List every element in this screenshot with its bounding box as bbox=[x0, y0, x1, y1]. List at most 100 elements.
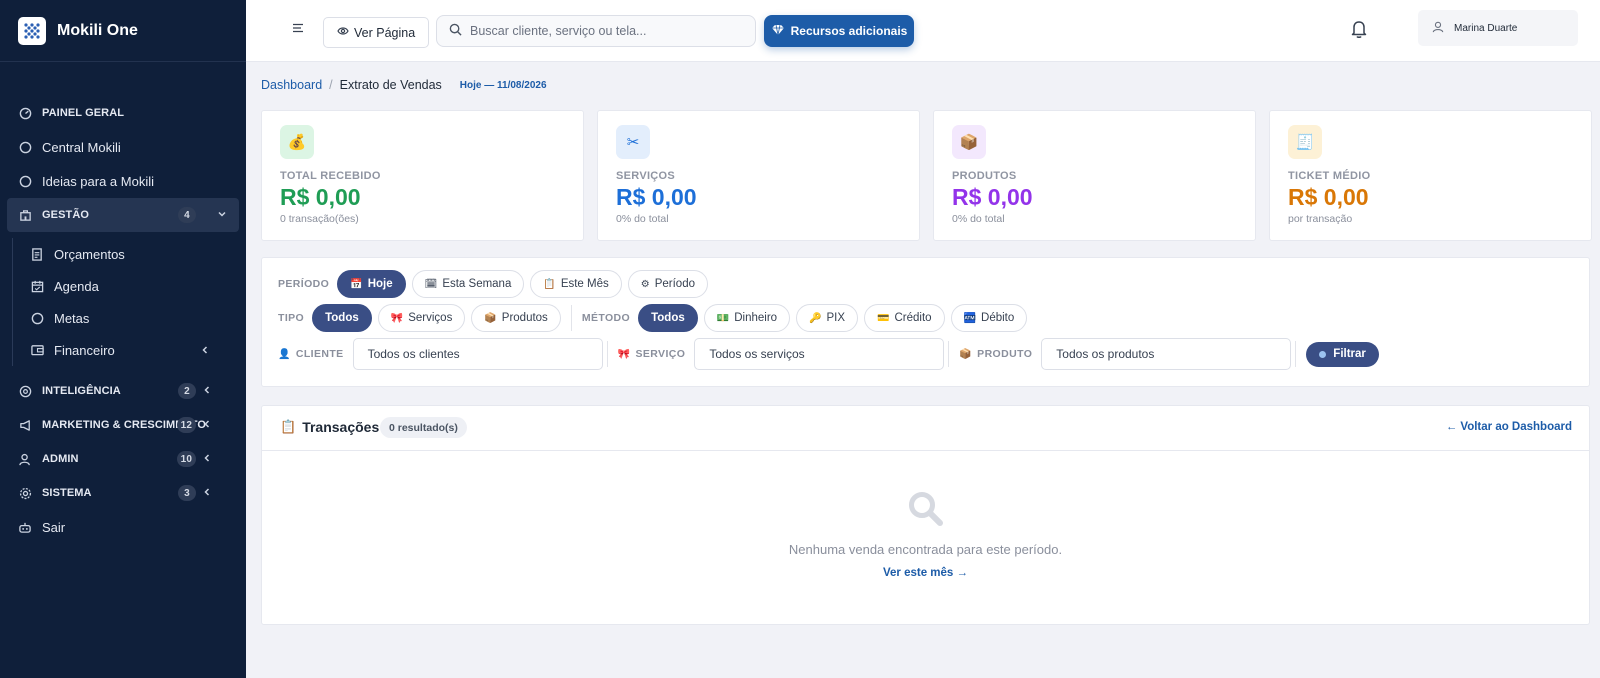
sidebar-item-label: Sair bbox=[42, 519, 66, 535]
sidebar-item-orcamentos[interactable]: Orçamentos bbox=[10, 238, 246, 270]
type-services-button[interactable]: 🎀 Serviços bbox=[377, 304, 466, 332]
diamond-icon bbox=[771, 24, 785, 39]
sidebar-item-painel-geral[interactable]: PAINEL GERAL bbox=[0, 96, 246, 130]
stat-label: PRODUTOS bbox=[952, 170, 1017, 182]
logout-icon bbox=[18, 520, 32, 534]
service-select[interactable]: Todos os serviços bbox=[694, 338, 945, 370]
sidebar-item-label: Orçamentos bbox=[54, 246, 125, 262]
search-icon bbox=[907, 490, 945, 528]
service-label: 🎀 SERVIÇO bbox=[617, 348, 686, 360]
view-page-button[interactable]: Ver Página bbox=[323, 17, 430, 48]
client-label: 👤 CLIENTE bbox=[278, 348, 344, 360]
empty-state-message: Nenhuma venda encontrada para este perío… bbox=[788, 542, 1063, 557]
count-badge: 3 bbox=[178, 485, 196, 501]
sidebar-nav: PAINEL GERAL Central Mokili Ideias para … bbox=[0, 96, 246, 544]
breadcrumb-separator: / bbox=[329, 78, 333, 92]
stat-card-produtos: 📦 PRODUTOS R$ 0,00 0% do total bbox=[933, 110, 1256, 241]
app-name: Mokili One bbox=[57, 21, 138, 39]
menu-icon[interactable] bbox=[292, 22, 306, 36]
sidebar-item-admin[interactable]: ADMIN 10 bbox=[0, 442, 246, 476]
search-input[interactable]: Buscar cliente, serviço ou tela... bbox=[436, 15, 756, 47]
box-icon: 📦 bbox=[952, 125, 986, 159]
chevron-left-icon bbox=[202, 419, 212, 432]
count-badge: 12 bbox=[176, 417, 196, 433]
money-bag-icon: 💰 bbox=[280, 125, 314, 159]
topbar: Ver Página Buscar cliente, serviço ou te… bbox=[246, 0, 1600, 62]
sidebar-item-label: Ideias para a Mokili bbox=[42, 173, 154, 189]
count-badge: 4 bbox=[178, 207, 196, 223]
view-page-label: Ver Página bbox=[354, 25, 416, 40]
sidebar-item-ideias[interactable]: Ideias para a Mokili bbox=[0, 164, 246, 198]
bell-icon[interactable] bbox=[1350, 19, 1368, 39]
sidebar-item-gestao[interactable]: GESTÃO 4 bbox=[7, 198, 239, 232]
sidebar-item-sair[interactable]: Sair bbox=[0, 510, 246, 544]
count-badge: 10 bbox=[176, 451, 196, 467]
period-week-button[interactable]: 🗓 Esta Semana bbox=[411, 270, 525, 298]
resources-label: Recursos adicionais bbox=[790, 24, 908, 38]
stat-label: TOTAL RECEBIDO bbox=[280, 170, 381, 182]
sidebar-item-marketing[interactable]: MARKETING & CRESCIMENTO 12 bbox=[0, 408, 246, 442]
type-products-button[interactable]: 📦 Produtos bbox=[471, 304, 561, 332]
sidebar-item-label: Agenda bbox=[54, 278, 99, 294]
logo-icon bbox=[18, 16, 46, 45]
sidebar-item-agenda[interactable]: Agenda bbox=[10, 270, 246, 302]
period-label: PERÍODO bbox=[278, 278, 330, 290]
chevron-down-icon bbox=[217, 209, 227, 222]
method-cash-button[interactable]: 💵 Dinheiro bbox=[703, 304, 791, 332]
gestao-submenu: Orçamentos Agenda Metas Financeiro bbox=[0, 238, 246, 366]
sidebar-item-inteligencia[interactable]: INTELIGÊNCIA 2 bbox=[0, 374, 246, 408]
period-month-button[interactable]: 📋 Este Mês bbox=[530, 270, 622, 298]
method-debit-button[interactable]: 🏧 Débito bbox=[950, 304, 1028, 332]
sidebar-item-financeiro[interactable]: Financeiro bbox=[10, 334, 246, 366]
client-select[interactable]: Todos os clientes bbox=[352, 338, 603, 370]
sidebar: Mokili One PAINEL GERAL Central Mokili I… bbox=[0, 0, 246, 678]
period-filter-row: PERÍODO 📅 Hoje 🗓 Esta Semana 📋 Este Mês ⚙ Pe… bbox=[278, 270, 714, 298]
stat-sub: por transação bbox=[1288, 213, 1353, 225]
type-all-button[interactable]: Todos bbox=[312, 304, 372, 332]
search-icon bbox=[449, 23, 462, 39]
sidebar-item-label: Financeiro bbox=[54, 342, 115, 358]
user-name: Marina Duarte bbox=[1454, 22, 1518, 34]
stat-value: R$ 0,00 bbox=[952, 184, 1033, 210]
sidebar-item-label: GESTÃO bbox=[42, 209, 90, 221]
type-label: TIPO bbox=[278, 312, 305, 324]
back-to-dashboard-link[interactable]: ← Voltar ao Dashboard bbox=[1446, 421, 1572, 433]
product-label: 📦 PRODUTO bbox=[959, 348, 1033, 360]
stat-label: SERVIÇOS bbox=[616, 170, 676, 182]
filter-button[interactable]: Filtrar bbox=[1306, 341, 1379, 367]
transactions-header: 📋 Transações 0 resultado(s) ← Voltar ao D… bbox=[262, 406, 1589, 451]
calendar-icon bbox=[30, 279, 44, 293]
period-today-button[interactable]: 📅 Hoje bbox=[337, 270, 406, 298]
sidebar-item-sistema[interactable]: SISTEMA 3 bbox=[0, 476, 246, 510]
transactions-panel: 📋 Transações 0 resultado(s) ← Voltar ao D… bbox=[261, 405, 1590, 625]
user-icon bbox=[1432, 21, 1444, 36]
dashboard-icon bbox=[18, 106, 32, 120]
stat-value: R$ 0,00 bbox=[616, 184, 697, 210]
chevron-left-icon bbox=[200, 345, 210, 358]
user-menu[interactable]: Marina Duarte bbox=[1418, 10, 1578, 46]
resources-button[interactable]: Recursos adicionais bbox=[764, 15, 914, 47]
building-icon bbox=[18, 208, 32, 222]
chevron-left-icon bbox=[202, 453, 212, 466]
clipboard-icon: 📋 bbox=[280, 419, 297, 434]
sidebar-item-label: Central Mokili bbox=[42, 139, 121, 155]
breadcrumb-dashboard-link[interactable]: Dashboard bbox=[261, 78, 322, 92]
sidebar-item-label: INTELIGÊNCIA bbox=[42, 385, 121, 397]
method-all-button[interactable]: Todos bbox=[638, 304, 698, 332]
sidebar-item-central-mokili[interactable]: Central Mokili bbox=[0, 130, 246, 164]
sidebar-item-label: ADMIN bbox=[42, 453, 79, 465]
date-badge: Hoje — 11/08/2026 bbox=[459, 79, 547, 91]
period-custom-button[interactable]: ⚙ Período bbox=[627, 270, 708, 298]
receipt-icon: 🧾 bbox=[1288, 125, 1322, 159]
sidebar-item-metas[interactable]: Metas bbox=[10, 302, 246, 334]
method-credit-button[interactable]: 💳 Crédito bbox=[864, 304, 945, 332]
brand[interactable]: Mokili One bbox=[0, 0, 246, 62]
user-icon bbox=[18, 452, 32, 466]
method-pix-button[interactable]: 🔑 PIX bbox=[796, 304, 859, 332]
scissors-icon: ✂ bbox=[616, 125, 650, 159]
view-this-month-link[interactable]: Ver este mês → bbox=[262, 567, 1589, 579]
product-select[interactable]: Todos os produtos bbox=[1041, 338, 1292, 370]
stat-sub: 0% do total bbox=[952, 213, 1005, 225]
divider bbox=[948, 341, 950, 367]
stat-card-servicos: ✂ SERVIÇOS R$ 0,00 0% do total bbox=[597, 110, 920, 241]
